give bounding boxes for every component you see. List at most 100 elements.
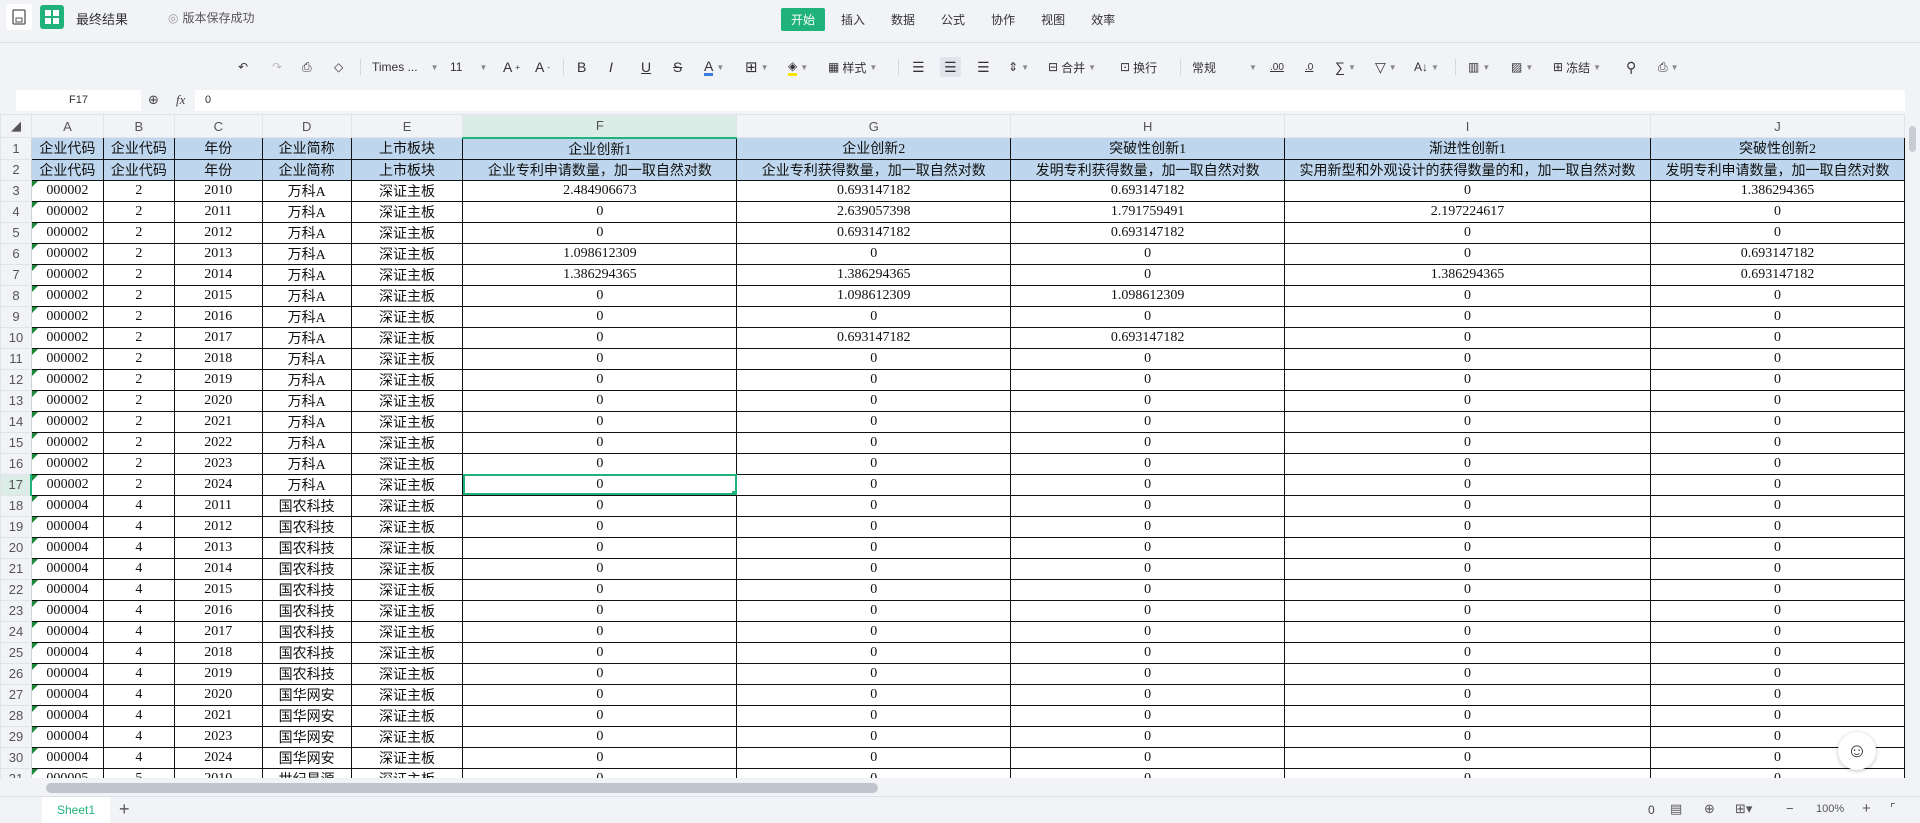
row-header-17[interactable]: 17: [0, 473, 33, 496]
cell-F5[interactable]: 0: [462, 221, 738, 244]
cell-C30[interactable]: 2024: [173, 746, 263, 769]
cell-J10[interactable]: 0: [1650, 326, 1905, 349]
vertical-align-button[interactable]: ⇕ ▼: [1008, 57, 1029, 77]
cell-B11[interactable]: 2: [102, 347, 175, 370]
cell-I23[interactable]: 0: [1284, 599, 1652, 622]
cell-F4[interactable]: 0: [462, 200, 738, 223]
header-cell-G[interactable]: 企业创新2: [736, 137, 1012, 160]
row-header-16[interactable]: 16: [0, 452, 32, 475]
cell-H14[interactable]: 0: [1010, 410, 1286, 433]
redo-icon[interactable]: ↷: [272, 57, 282, 77]
cell-H31[interactable]: 0: [1010, 767, 1286, 778]
cell-I8[interactable]: 0: [1284, 284, 1652, 307]
cell-A26[interactable]: 000004: [30, 662, 104, 685]
cell-F8[interactable]: 0: [462, 284, 738, 307]
cell-D20[interactable]: 国农科技: [261, 536, 352, 559]
cell-D10[interactable]: 万科A: [261, 326, 352, 349]
cell-F12[interactable]: 0: [462, 368, 738, 391]
cell-F20[interactable]: 0: [462, 536, 738, 559]
row-header-28[interactable]: 28: [0, 704, 32, 727]
cell-B10[interactable]: 2: [102, 326, 175, 349]
cell-C16[interactable]: 2023: [173, 452, 263, 475]
cell-E13[interactable]: 深证主板: [350, 389, 464, 412]
header-cell-E[interactable]: 上市板块: [350, 137, 464, 160]
cell-style-button[interactable]: ▦ 样式 ▼: [828, 57, 877, 77]
header-cell-D[interactable]: 企业简称: [261, 158, 352, 181]
cell-H30[interactable]: 0: [1010, 746, 1286, 769]
cell-B22[interactable]: 4: [102, 578, 175, 601]
cell-A8[interactable]: 000002: [30, 284, 104, 307]
cell-F17[interactable]: 0: [462, 473, 738, 496]
row-header-18[interactable]: 18: [0, 494, 32, 517]
cell-G16[interactable]: 0: [736, 452, 1012, 475]
sum-button[interactable]: ∑ ▼: [1335, 57, 1356, 77]
cell-D28[interactable]: 国华网安: [261, 704, 352, 727]
cell-H24[interactable]: 0: [1010, 620, 1286, 643]
cell-A3[interactable]: 000002: [30, 179, 104, 202]
cell-B24[interactable]: 4: [102, 620, 175, 643]
cell-E31[interactable]: 深证主板: [350, 767, 464, 778]
cell-I7[interactable]: 1.386294365: [1284, 263, 1652, 286]
header-cell-I[interactable]: 实用新型和外观设计的获得数量的和，加一取自然对数: [1284, 158, 1652, 181]
cell-I15[interactable]: 0: [1284, 431, 1652, 454]
column-header-H[interactable]: H: [1010, 114, 1286, 138]
cell-I9[interactable]: 0: [1284, 305, 1652, 328]
cell-C6[interactable]: 2013: [173, 242, 263, 265]
cell-F30[interactable]: 0: [462, 746, 738, 769]
cell-B18[interactable]: 4: [102, 494, 175, 517]
menu-tab-3[interactable]: 公式: [931, 8, 975, 31]
globe-icon[interactable]: ⊕: [1704, 801, 1715, 817]
align-right-icon[interactable]: ☰: [977, 57, 990, 77]
cell-I21[interactable]: 0: [1284, 557, 1652, 580]
chart-button[interactable]: ▥ ▼: [1468, 57, 1490, 77]
cell-D6[interactable]: 万科A: [261, 242, 352, 265]
cell-B7[interactable]: 2: [102, 263, 175, 286]
row-header-9[interactable]: 9: [0, 305, 32, 328]
cell-E6[interactable]: 深证主板: [350, 242, 464, 265]
header-cell-J[interactable]: 发明专利申请数量，加一取自然对数: [1650, 158, 1905, 181]
row-header-30[interactable]: 30: [0, 746, 32, 769]
cell-C25[interactable]: 2018: [173, 641, 263, 664]
cell-J27[interactable]: 0: [1650, 683, 1905, 706]
cell-F16[interactable]: 0: [462, 452, 738, 475]
cell-C24[interactable]: 2017: [173, 620, 263, 643]
vertical-scrollbar[interactable]: [1905, 114, 1920, 780]
cell-E20[interactable]: 深证主板: [350, 536, 464, 559]
decrease-font-icon[interactable]: A-: [535, 57, 550, 77]
cell-J23[interactable]: 0: [1650, 599, 1905, 622]
cell-D8[interactable]: 万科A: [261, 284, 352, 307]
menu-tab-5[interactable]: 视图: [1031, 8, 1075, 31]
align-left-icon[interactable]: ☰: [912, 57, 925, 77]
cell-C9[interactable]: 2016: [173, 305, 263, 328]
cell-H9[interactable]: 0: [1010, 305, 1286, 328]
borders-button[interactable]: ⊞ ▼: [745, 57, 769, 77]
cell-C7[interactable]: 2014: [173, 263, 263, 286]
cell-A5[interactable]: 000002: [30, 221, 104, 244]
cell-H23[interactable]: 0: [1010, 599, 1286, 622]
cell-J6[interactable]: 0.693147182: [1650, 242, 1905, 265]
cell-I4[interactable]: 2.197224617: [1284, 200, 1652, 223]
cell-G6[interactable]: 0: [736, 242, 1012, 265]
cell-F13[interactable]: 0: [462, 389, 738, 412]
horizontal-scroll-thumb[interactable]: [46, 783, 878, 793]
cell-I26[interactable]: 0: [1284, 662, 1652, 685]
cell-D21[interactable]: 国农科技: [261, 557, 352, 580]
add-sheet-button[interactable]: +: [119, 799, 130, 820]
cell-F21[interactable]: 0: [462, 557, 738, 580]
cell-I30[interactable]: 0: [1284, 746, 1652, 769]
cell-A7[interactable]: 000002: [30, 263, 104, 286]
menu-tab-2[interactable]: 数据: [881, 8, 925, 31]
zoom-in-button[interactable]: +: [1862, 800, 1871, 817]
cell-J17[interactable]: 0: [1650, 473, 1905, 496]
cell-C17[interactable]: 2024: [173, 473, 263, 496]
cell-J26[interactable]: 0: [1650, 662, 1905, 685]
wrap-text-button[interactable]: ⊡ 换行: [1120, 57, 1157, 77]
header-cell-C[interactable]: 年份: [173, 137, 263, 160]
cell-A14[interactable]: 000002: [30, 410, 104, 433]
cell-H7[interactable]: 0: [1010, 263, 1286, 286]
cell-J4[interactable]: 0: [1650, 200, 1905, 223]
cell-F18[interactable]: 0: [462, 494, 738, 517]
cell-E7[interactable]: 深证主板: [350, 263, 464, 286]
sheet-tab-sheet1[interactable]: Sheet1: [42, 797, 110, 823]
cell-G29[interactable]: 0: [736, 725, 1012, 748]
